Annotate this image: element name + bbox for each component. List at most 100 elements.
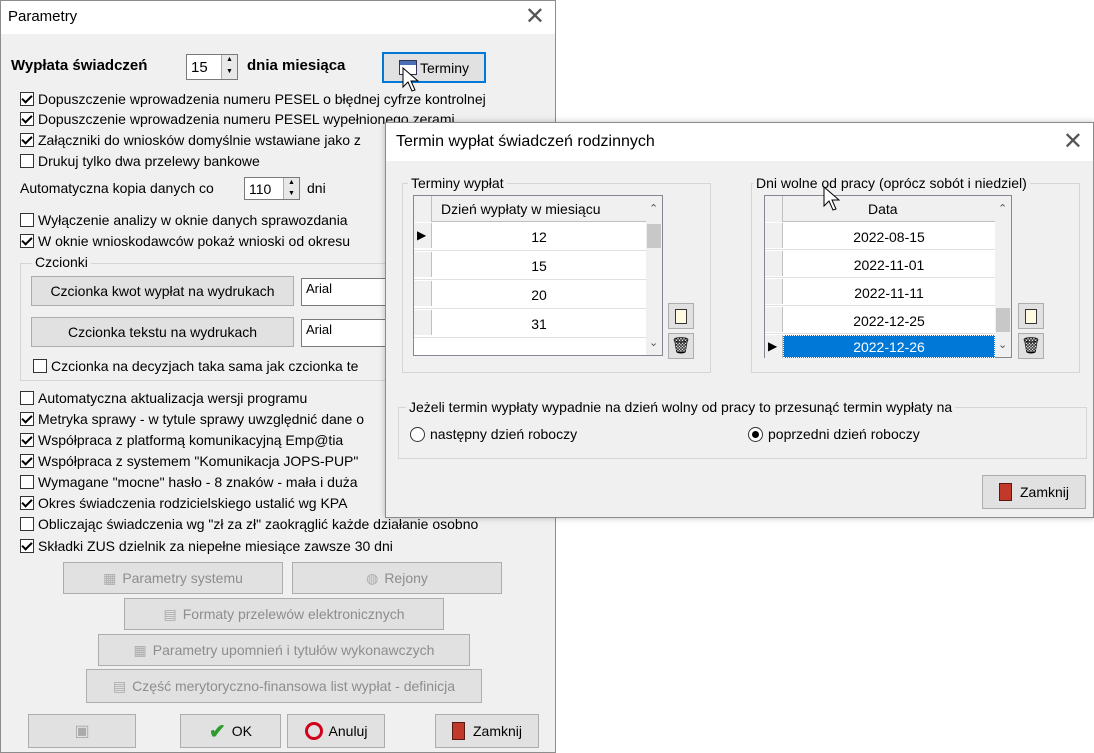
spin-up-icon[interactable]: ▲ [222, 55, 237, 67]
add-dzien-button[interactable] [1018, 303, 1044, 329]
dni-scrollbar[interactable]: ⌃ ⌄ [995, 196, 1011, 357]
czcionka-tekstu-button[interactable]: Czcionka tekstu na wydrukach [31, 317, 294, 347]
table-row[interactable]: 2022-08-15 [765, 223, 995, 250]
scroll-thumb[interactable] [996, 308, 1010, 332]
row-indicator [765, 251, 783, 276]
dni-wolne-grid[interactable]: Data 2022-08-15 2022-11-01 2022-11-11 20… [764, 195, 1012, 358]
checkbox-box[interactable] [20, 213, 34, 227]
checkbox-box[interactable] [20, 433, 34, 447]
rejony-button[interactable]: ◍ Rejony [292, 562, 502, 594]
czcionka-kwot-button[interactable]: Czcionka kwot wypłat na wydrukach [31, 276, 294, 306]
checkbox-czcionka-decyzje[interactable]: Czcionka na decyzjach taka sama jak czci… [33, 356, 358, 376]
table-row[interactable]: 15 [414, 252, 646, 280]
checkbox-skladki-zus[interactable]: Składki ZUS dzielnik za niepełne miesiąc… [20, 536, 393, 556]
ok-button[interactable]: ✔ OK [180, 714, 281, 748]
table-row[interactable]: 2022-12-25 [765, 307, 995, 334]
icon-only-button[interactable]: ▣ [28, 714, 136, 748]
checkbox-jops-pup[interactable]: Współpraca z systemem "Komunikacja JOPS-… [20, 451, 358, 471]
checkbox-aktualizacja[interactable]: Automatyczna aktualizacja wersji program… [20, 388, 307, 408]
checkbox-box[interactable] [20, 412, 34, 426]
table-row[interactable]: 20 [414, 281, 646, 309]
table-row-selected[interactable]: ▶ 2022-12-26 [765, 335, 995, 358]
spin-down-icon[interactable]: ▼ [284, 189, 299, 200]
checkbox-okres-kpa[interactable]: Okres świadczenia rodzicielskiego ustali… [20, 493, 347, 513]
checkbox-box[interactable] [20, 133, 34, 147]
checkbox-zalaczniki[interactable]: Załączniki do wniosków domyślnie wstawia… [20, 130, 361, 150]
dni-header-label[interactable]: Data [868, 201, 898, 217]
zamknij-button[interactable]: Zamknij [435, 714, 539, 748]
scroll-down-icon[interactable]: ⌄ [998, 338, 1007, 351]
terminy-button[interactable]: Terminy [382, 52, 486, 83]
scroll-up-icon[interactable]: ⌃ [649, 202, 658, 215]
table-cell[interactable]: 2022-12-26 [783, 335, 995, 358]
checkbox-box[interactable] [20, 475, 34, 489]
anuluj-label: Anuluj [328, 723, 368, 739]
upomnienia-label: Parametry upomnień i tytułów wykonawczyc… [152, 642, 435, 658]
checkbox-box[interactable] [20, 454, 34, 468]
radio-label: następny dzień roboczy [430, 426, 578, 442]
checkbox-analiza[interactable]: Wyłączenie analizy w oknie danych sprawo… [20, 210, 348, 230]
checkbox-box[interactable] [20, 154, 34, 168]
checkbox-box[interactable] [20, 391, 34, 405]
checkbox-box[interactable] [20, 539, 34, 553]
checkbox-box[interactable] [20, 112, 34, 126]
table-row[interactable]: 31 [414, 310, 646, 338]
kopia-spinner[interactable]: 110 ▲ ▼ [244, 177, 300, 200]
close-icon[interactable]: ✕ [525, 3, 545, 31]
zamknij-label: Zamknij [472, 723, 522, 739]
checkbox-empatia[interactable]: Współpraca z platformą komunikacyjną Emp… [20, 430, 343, 450]
spin-up-icon[interactable]: ▲ [284, 178, 299, 189]
czcionka-tekstu-combo[interactable]: Arial [301, 319, 386, 347]
upomnienia-button[interactable]: ▦ Parametry upomnień i tytułów wykonawcz… [98, 634, 470, 666]
table-cell[interactable]: 15 [432, 252, 646, 279]
checkbox-box[interactable] [20, 517, 34, 531]
radio-circle[interactable] [410, 426, 425, 442]
add-termin-button[interactable] [668, 303, 694, 329]
scroll-thumb[interactable] [647, 224, 661, 248]
termin-titlebar: Termin wypłat świadczeń rodzinnych ✕ [386, 123, 1093, 161]
spin-down-icon[interactable]: ▼ [222, 67, 237, 79]
checkbox-box[interactable] [20, 92, 34, 106]
anuluj-button[interactable]: Anuluj [287, 714, 385, 748]
checkbox-pesel-kontrolna[interactable]: Dopuszczenie wprowadzenia numeru PESEL o… [20, 89, 486, 109]
checkbox-label: Dopuszczenie wprowadzenia numeru PESEL o… [38, 91, 486, 107]
checkbox-label: W oknie wnioskodawców pokaż wnioski od o… [38, 233, 351, 249]
delete-dzien-button[interactable]: 🗑 [1018, 333, 1044, 359]
table-cell[interactable]: 2022-12-25 [783, 307, 995, 334]
table-cell[interactable]: 20 [432, 281, 646, 308]
table-row[interactable]: 2022-11-11 [765, 279, 995, 306]
terminy-scrollbar[interactable]: ⌃ ⌄ [646, 196, 662, 355]
checkbox-wnioski-okres[interactable]: W oknie wnioskodawców pokaż wnioski od o… [20, 231, 350, 251]
parametry-titlebar: Parametry ✕ [1, 1, 555, 34]
scroll-up-icon[interactable]: ⌃ [998, 202, 1007, 215]
table-cell[interactable]: 2022-11-01 [783, 251, 995, 278]
table-cell[interactable]: 12 [432, 223, 646, 250]
checkbox-dwa-przelewy[interactable]: Drukuj tylko dwa przelewy bankowe [20, 151, 260, 171]
table-row[interactable]: 2022-11-01 [765, 251, 995, 278]
checkbox-box[interactable] [33, 359, 47, 373]
radio-circle[interactable] [748, 426, 763, 442]
table-cell[interactable]: 2022-11-11 [783, 279, 995, 306]
parametry-systemu-button[interactable]: ▦ Parametry systemu [63, 562, 283, 594]
table-row[interactable]: ▶ 12 [414, 223, 646, 251]
formaty-button[interactable]: ▤ Formaty przelewów elektronicznych [124, 598, 444, 630]
terminy-header-label[interactable]: Dzień wypłaty w miesiącu [441, 201, 601, 217]
checkbox-metryka[interactable]: Metryka sprawy - w tytule sprawy uwzględ… [20, 409, 364, 429]
termin-zamknij-button[interactable]: Zamknij [982, 475, 1086, 509]
checkbox-mocne-haslo[interactable]: Wymagane "mocne" hasło - 8 znaków - mała… [20, 472, 358, 492]
wyplata-day-spinner[interactable]: 15 ▲ ▼ [186, 54, 238, 80]
radio-nastepny[interactable]: następny dzień roboczy [410, 426, 577, 442]
scroll-down-icon[interactable]: ⌄ [649, 336, 658, 349]
checkbox-box[interactable] [20, 496, 34, 510]
settings-icon: ▦ [103, 569, 117, 586]
checkbox-box[interactable] [20, 234, 34, 248]
terminy-grid[interactable]: Dzień wypłaty w miesiącu ▶ 12 15 20 31 ⌃… [413, 195, 663, 356]
termin-title: Termin wypłat świadczeń rodzinnych [396, 133, 655, 150]
czcionka-kwot-combo[interactable]: Arial [301, 278, 386, 306]
close-icon[interactable]: ✕ [1063, 128, 1083, 156]
delete-termin-button[interactable]: 🗑 [668, 333, 694, 359]
table-cell[interactable]: 31 [432, 310, 646, 337]
czesc-merytoryczna-button[interactable]: ▤ Część merytoryczno-finansowa list wypł… [86, 669, 482, 703]
table-cell[interactable]: 2022-08-15 [783, 223, 995, 250]
radio-poprzedni[interactable]: poprzedni dzień roboczy [748, 426, 920, 442]
